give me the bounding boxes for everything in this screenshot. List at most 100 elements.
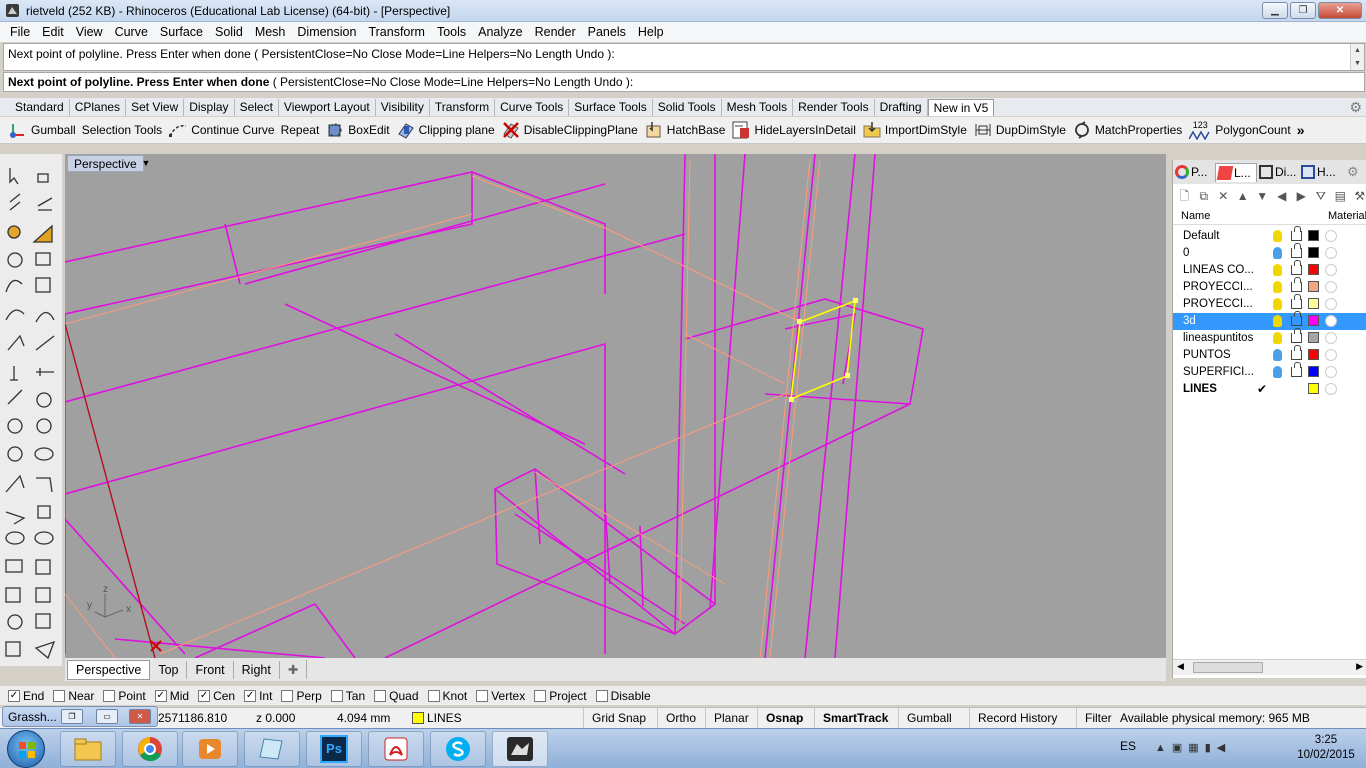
layer-color-swatch[interactable] — [1308, 366, 1319, 377]
network-icon[interactable]: ▮ — [1205, 742, 1217, 754]
tab-right[interactable]: Right — [234, 660, 280, 679]
taskbar-notes[interactable] — [244, 731, 300, 767]
layers-hscrollbar[interactable]: ◀ ▶ — [1173, 659, 1366, 675]
language-indicator[interactable]: ES — [1120, 739, 1136, 753]
layer-row[interactable]: Default — [1173, 226, 1366, 245]
status-gumball-button[interactable]: Gumball — [898, 708, 960, 729]
tab-layers[interactable]: L... — [1215, 162, 1257, 182]
layer-color-swatch[interactable] — [1308, 383, 1319, 394]
status-record-history-button[interactable]: Record History — [969, 708, 1065, 729]
move-up-icon[interactable]: ▲ — [1236, 188, 1251, 204]
lightbulb-icon[interactable] — [1273, 349, 1282, 361]
checkbox[interactable] — [374, 689, 387, 702]
scroll-left-icon[interactable]: ◀ — [1177, 661, 1184, 672]
tab-help[interactable]: H... — [1299, 163, 1341, 181]
status-grid-snap-button[interactable]: Grid Snap — [583, 708, 654, 729]
new-sublayer-icon[interactable]: ⧉ — [1197, 188, 1212, 204]
gh-restore-button[interactable]: ❐ — [61, 709, 83, 724]
tab-drafting[interactable]: Drafting — [875, 99, 928, 116]
menu-edit[interactable]: Edit — [36, 25, 70, 39]
osnap-tan[interactable]: Tan — [330, 689, 365, 703]
checkbox[interactable] — [534, 689, 547, 702]
layer-row[interactable]: 3d — [1173, 311, 1366, 330]
menu-transform[interactable]: Transform — [362, 25, 431, 39]
perspective-viewport[interactable]: z x y — [65, 154, 1166, 658]
tab-surface-tools[interactable]: Surface Tools — [569, 99, 653, 116]
layer-color-swatch[interactable] — [1308, 247, 1319, 258]
tray-app-icon[interactable]: ▣ — [1172, 742, 1188, 754]
show-hidden-icon[interactable]: ▲ — [1155, 742, 1172, 754]
toolbar-overflow-button[interactable]: » — [1297, 122, 1311, 138]
menu-help[interactable]: Help — [632, 25, 670, 39]
layer-color-swatch[interactable] — [1308, 230, 1319, 241]
checkbox[interactable] — [476, 689, 489, 702]
system-clock[interactable]: 3:25 10/02/2015 — [1296, 733, 1356, 763]
checkbox[interactable] — [330, 689, 343, 702]
delete-layer-icon[interactable]: ✕ — [1216, 188, 1231, 204]
osnap-quad[interactable]: Quad — [374, 689, 419, 703]
scroll-thumb[interactable] — [1193, 662, 1263, 673]
tab-set-view[interactable]: Set View — [126, 99, 185, 116]
status-planar-button[interactable]: Planar — [705, 708, 757, 729]
column-material[interactable]: Material — [1328, 210, 1366, 222]
osnap-int[interactable]: ✓ Int — [244, 689, 272, 703]
lightbulb-icon[interactable] — [1273, 315, 1282, 327]
layer-props-icon[interactable]: ▤ — [1333, 188, 1348, 204]
lightbulb-icon[interactable] — [1273, 298, 1282, 310]
menu-file[interactable]: File — [4, 25, 36, 39]
column-name[interactable]: Name — [1181, 210, 1210, 222]
command-options[interactable]: ( PersistentClose=No Close Mode=Line Hel… — [269, 75, 634, 89]
osnap-mid[interactable]: ✓ Mid — [154, 689, 189, 703]
filter-icon[interactable]: ⛛ — [1314, 188, 1329, 204]
layer-row[interactable]: PROYECCI... — [1173, 277, 1366, 296]
tab-front[interactable]: Front — [187, 660, 234, 679]
checkbox[interactable]: ✓ — [198, 689, 211, 702]
gh-close-button[interactable]: ✕ — [129, 709, 151, 724]
layer-color-swatch[interactable] — [1308, 281, 1319, 292]
material-icon[interactable] — [1325, 366, 1337, 378]
checkbox[interactable] — [281, 689, 294, 702]
checkbox[interactable] — [595, 689, 608, 702]
import-dimstyle-button[interactable]: ImportDimStyle — [862, 120, 973, 140]
tab-cplanes[interactable]: CPlanes — [70, 99, 127, 116]
command-prompt[interactable]: Next point of polyline. Press Enter when… — [3, 72, 1365, 92]
status-osnap-button[interactable]: Osnap — [757, 708, 811, 729]
taskbar-acrobat[interactable] — [368, 731, 424, 767]
layer-row[interactable]: SUPERFICI... — [1173, 362, 1366, 381]
osnap-cen[interactable]: ✓ Cen — [198, 689, 235, 703]
checkbox[interactable] — [53, 689, 66, 702]
status-filter-button[interactable]: Filter — [1076, 708, 1120, 729]
material-icon[interactable] — [1325, 332, 1337, 344]
tab-select[interactable]: Select — [235, 99, 279, 116]
menu-curve[interactable]: Curve — [109, 25, 154, 39]
lightbulb-icon[interactable] — [1273, 230, 1282, 242]
material-icon[interactable] — [1325, 315, 1337, 327]
tools-icon[interactable]: ⚒ — [1353, 188, 1366, 204]
tab-properties[interactable]: P... — [1173, 163, 1215, 181]
layer-color-swatch[interactable] — [1308, 264, 1319, 275]
menu-solid[interactable]: Solid — [209, 25, 249, 39]
move-down-icon[interactable]: ▼ — [1255, 188, 1270, 204]
tab-curve-tools[interactable]: Curve Tools — [495, 99, 570, 116]
gumball-button[interactable]: Gumball — [8, 120, 82, 140]
hide-layers-in-detail-button[interactable]: HideLayersInDetail — [731, 120, 861, 140]
taskbar-rhino[interactable] — [492, 731, 548, 767]
material-icon[interactable] — [1325, 281, 1337, 293]
lightbulb-icon[interactable] — [1273, 332, 1282, 344]
polygon-count-button[interactable]: 123 PolygonCount — [1188, 120, 1296, 140]
osnap-project[interactable]: Project — [534, 689, 587, 703]
taskbar-skype[interactable] — [430, 731, 486, 767]
lightbulb-icon[interactable] — [1273, 366, 1282, 378]
lock-icon[interactable] — [1291, 260, 1302, 275]
layer-row[interactable]: lineaspuntitos — [1173, 328, 1366, 347]
restore-button[interactable]: ❐ — [1290, 2, 1316, 19]
history-scrollbar[interactable]: ▲ ▼ — [1350, 44, 1364, 70]
layer-color-swatch[interactable] — [1308, 315, 1319, 326]
tab-perspective[interactable]: Perspective — [67, 659, 151, 680]
tab-visibility[interactable]: Visibility — [376, 99, 430, 116]
checkbox[interactable]: ✓ — [154, 689, 167, 702]
osnap-disable[interactable]: Disable — [595, 689, 651, 703]
clipping-plane-button[interactable]: Clipping plane — [396, 120, 501, 140]
menu-mesh[interactable]: Mesh — [249, 25, 292, 39]
lock-icon[interactable] — [1291, 362, 1302, 377]
